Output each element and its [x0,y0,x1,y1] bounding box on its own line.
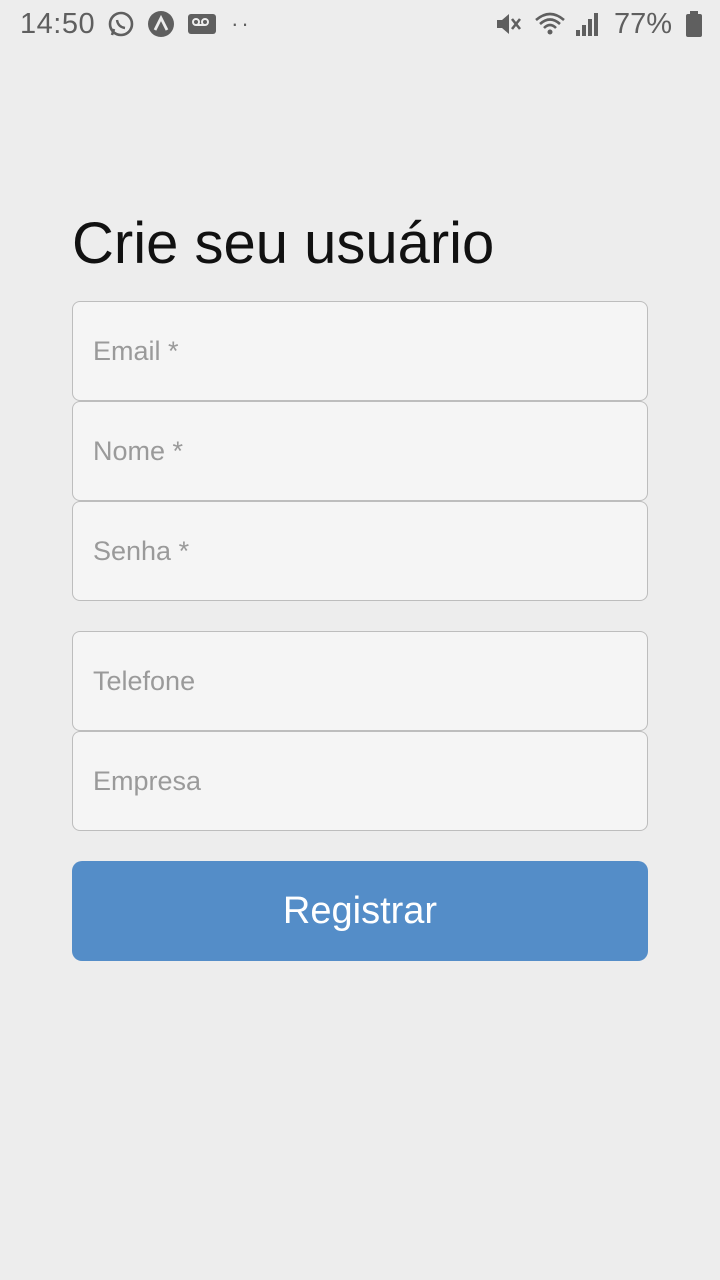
more-dots-icon: ·· [231,11,252,36]
phone-field[interactable] [72,631,648,731]
signal-icon [574,10,602,38]
mute-icon [494,10,522,38]
page-title: Crie seu usuário [72,211,495,276]
status-bar-right: 77% [494,8,704,41]
clock: 14:50 [20,7,96,40]
battery-icon [684,10,704,38]
company-input[interactable] [93,765,627,797]
voicemail-icon [187,10,217,38]
email-input[interactable] [93,335,627,367]
phone-input[interactable] [93,665,627,697]
battery-percent: 77% [613,7,672,40]
status-bar-left: 14:50 ·· [20,8,252,41]
whatsapp-icon [107,10,135,38]
password-input[interactable] [93,535,627,567]
password-field[interactable] [72,501,648,601]
wifi-icon [534,10,565,38]
name-input[interactable] [93,435,627,467]
name-field[interactable] [72,401,648,501]
email-field[interactable] [72,301,648,401]
company-field[interactable] [72,731,648,831]
app-a-icon [147,10,175,38]
register-button[interactable]: Registrar [72,861,648,961]
status-bar: 14:50 ·· 77% [0,0,720,48]
